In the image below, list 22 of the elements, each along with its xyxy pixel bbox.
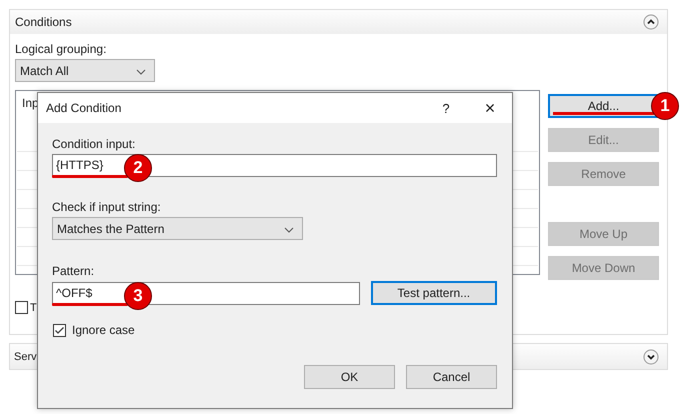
collapse-icon[interactable] bbox=[643, 14, 659, 30]
action-button[interactable]: Add... bbox=[548, 94, 659, 118]
field-label: Condition input: bbox=[52, 137, 136, 151]
close-button[interactable]: × bbox=[468, 98, 512, 118]
ok-button[interactable]: OK bbox=[304, 365, 395, 389]
section-title: Serv bbox=[14, 350, 38, 362]
dropdown[interactable]: Match All bbox=[15, 59, 155, 82]
section-title: Conditions bbox=[15, 15, 73, 29]
test-pattern-button[interactable]: Test pattern... bbox=[370, 281, 497, 305]
help-button[interactable]: ? bbox=[424, 100, 468, 116]
field-label: Pattern: bbox=[52, 264, 96, 278]
step-number-badge: 1 bbox=[651, 92, 679, 120]
cancel-button[interactable]: Cancel bbox=[406, 365, 497, 389]
expand-icon[interactable] bbox=[643, 348, 659, 364]
dialog-title: Add Condition bbox=[46, 101, 122, 115]
field-label: Check if input string: bbox=[52, 200, 162, 214]
field-label: Logical grouping: bbox=[15, 42, 108, 56]
checkbox-label: T bbox=[30, 302, 37, 314]
checkbox-label: Ignore case bbox=[72, 323, 135, 337]
checkbox[interactable] bbox=[15, 301, 28, 314]
checkbox[interactable] bbox=[53, 324, 66, 336]
dropdown[interactable]: Matches the Pattern bbox=[52, 217, 303, 240]
